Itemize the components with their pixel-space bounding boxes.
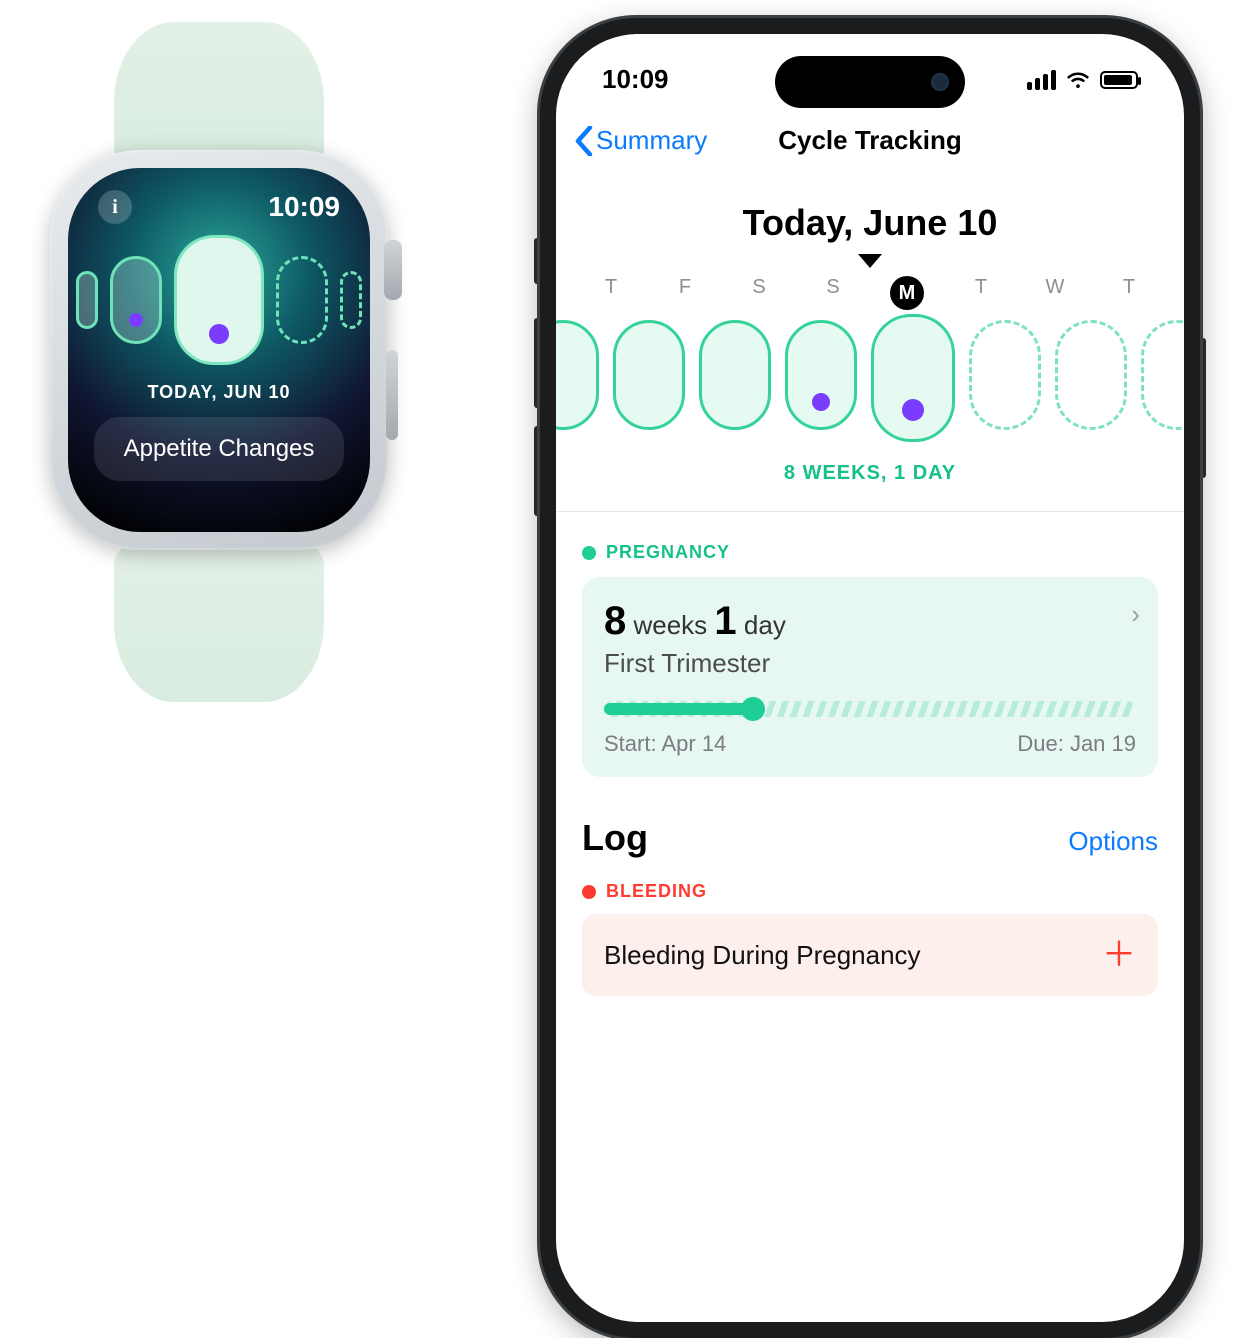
- battery-icon: [1100, 71, 1138, 89]
- back-button[interactable]: Summary: [574, 125, 707, 156]
- pregnancy-section-label: PREGNANCY: [582, 542, 1158, 563]
- iphone: 10:09 Summary Cycle Tracking: [540, 18, 1200, 1338]
- cycle-day-pill[interactable]: [1141, 320, 1184, 430]
- chevron-right-icon: ›: [1131, 599, 1140, 630]
- watch-time: 10:09: [268, 191, 340, 223]
- today-dow-badge: M: [890, 276, 924, 310]
- watch-status-bar: i 10:09: [88, 188, 350, 230]
- info-button[interactable]: i: [98, 190, 132, 224]
- dow-cell: W: [1020, 276, 1090, 310]
- nav-title: Cycle Tracking: [778, 125, 962, 156]
- pregnancy-start: Start: Apr 14: [604, 731, 726, 757]
- cycle-day-pill[interactable]: [556, 320, 599, 430]
- dynamic-island: [775, 56, 965, 108]
- plus-icon: ＋: [1102, 938, 1136, 972]
- phone-screen: 10:09 Summary Cycle Tracking: [556, 34, 1184, 1322]
- cellular-icon: [1027, 70, 1056, 90]
- logged-dot-icon: [129, 313, 143, 327]
- cycle-day-pill[interactable]: [871, 314, 955, 442]
- watch-day-pill[interactable]: [340, 271, 362, 329]
- log-options-button[interactable]: Options: [1068, 826, 1158, 857]
- watch-case: i 10:09 TODAY, JUN 10 Appetite Changes: [50, 150, 388, 550]
- watch-day-pill[interactable]: [174, 235, 264, 365]
- gestation-label: 8 WEEKS, 1 DAY: [556, 462, 1184, 485]
- dow-cell: T: [1094, 276, 1164, 310]
- watch-day-scroller[interactable]: [88, 236, 350, 364]
- chevron-left-icon: [574, 126, 594, 156]
- today-pointer-icon: [858, 254, 882, 268]
- watch-band-bottom: [114, 542, 324, 702]
- watch-side-button[interactable]: [386, 350, 398, 440]
- dot-icon: [582, 546, 596, 560]
- dow-cell: T: [946, 276, 1016, 310]
- watch-day-pill[interactable]: [110, 256, 162, 344]
- watch-day-pill[interactable]: [76, 271, 98, 329]
- logged-dot-icon: [902, 399, 924, 421]
- wifi-icon: [1066, 68, 1090, 92]
- dow-cell: M: [872, 276, 942, 310]
- back-label: Summary: [596, 125, 707, 156]
- dow-cell: T: [576, 276, 646, 310]
- apple-watch: i 10:09 TODAY, JUN 10 Appetite Changes: [34, 22, 404, 702]
- pregnancy-card[interactable]: › 8 weeks 1 day First Trimester Star: [582, 577, 1158, 777]
- dow-cell: S: [798, 276, 868, 310]
- nav-bar: Summary Cycle Tracking: [556, 125, 1184, 156]
- cycle-day-pill[interactable]: [613, 320, 685, 430]
- dow-cell: F: [650, 276, 720, 310]
- pregnancy-due: Due: Jan 19: [1017, 731, 1136, 757]
- trimester-label: First Trimester: [604, 648, 1136, 679]
- pregnancy-section-text: PREGNANCY: [606, 542, 730, 563]
- digital-crown[interactable]: [384, 240, 402, 300]
- watch-day-pill[interactable]: [276, 256, 328, 344]
- watch-screen: i 10:09 TODAY, JUN 10 Appetite Changes: [68, 168, 370, 532]
- bleeding-section-label: BLEEDING: [582, 881, 1158, 902]
- cycle-day-scroller[interactable]: [556, 310, 1184, 448]
- watch-date-label: TODAY, JUN 10: [88, 382, 350, 403]
- logged-dot-icon: [209, 324, 229, 344]
- bleeding-section-text: BLEEDING: [606, 881, 707, 902]
- cycle-day-pill[interactable]: [1055, 320, 1127, 430]
- phone-side-button[interactable]: [1200, 338, 1206, 478]
- divider: [556, 511, 1184, 512]
- today-heading: Today, June 10: [556, 202, 1184, 244]
- pregnancy-duration: 8 weeks 1 day: [604, 599, 1136, 644]
- dot-icon: [582, 885, 596, 899]
- bleeding-item-label: Bleeding During Pregnancy: [604, 940, 921, 971]
- cycle-day-pill[interactable]: [699, 320, 771, 430]
- symptom-chip[interactable]: Appetite Changes: [94, 417, 344, 481]
- day-of-week-row: TFSSMTWT: [556, 268, 1184, 310]
- cycle-day-pill[interactable]: [969, 320, 1041, 430]
- cycle-day-pill[interactable]: [785, 320, 857, 430]
- dow-cell: S: [724, 276, 794, 310]
- logged-dot-icon: [812, 393, 830, 411]
- log-heading: Log: [582, 817, 648, 859]
- phone-status-time: 10:09: [602, 64, 669, 95]
- pregnancy-progress: [604, 701, 1136, 717]
- phone-body: 10:09 Summary Cycle Tracking: [540, 18, 1200, 1338]
